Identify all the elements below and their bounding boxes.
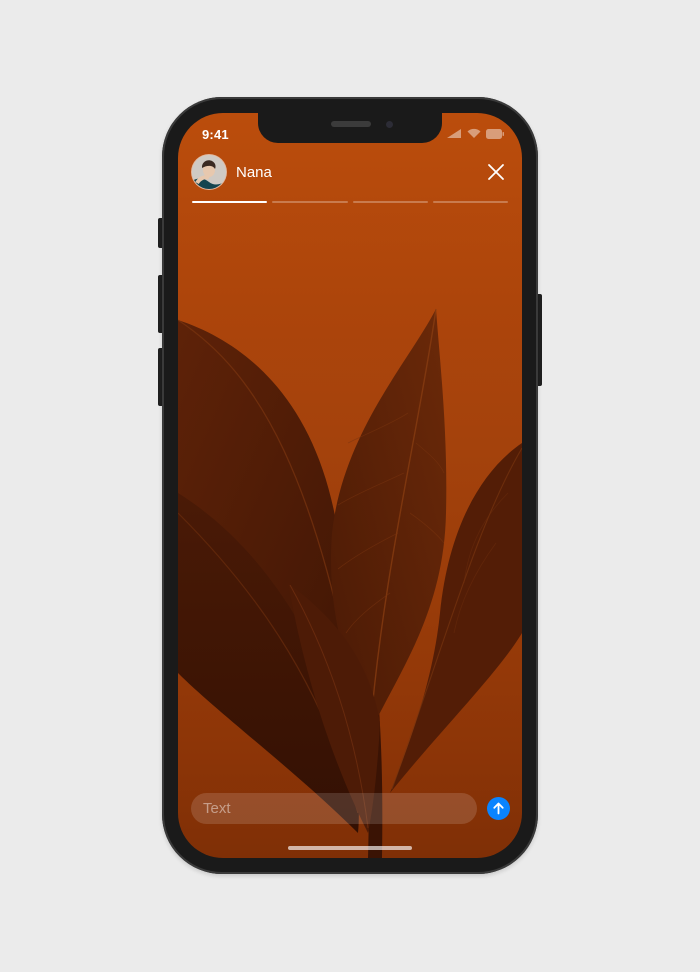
avatar[interactable] [192,155,226,189]
close-button[interactable] [486,162,506,182]
wifi-icon [467,128,481,138]
progress-segment-fill [192,201,268,203]
user-avatar-icon [192,155,226,189]
message-composer[interactable] [191,793,477,824]
status-icons [446,128,504,139]
home-indicator[interactable] [288,846,412,850]
story-progress-bar [192,201,508,203]
canvas: 9:41 Nana Text [0,0,700,972]
progress-segment [432,201,508,203]
story-user-name: Nana [236,164,272,181]
plant-leaves-image [178,308,522,858]
arrow-up-icon [493,802,504,815]
front-camera [386,121,393,128]
status-time: 9:41 [202,127,229,142]
notch [258,113,442,143]
phone-frame: 9:41 Nana Text [162,97,538,874]
progress-segment [272,201,348,203]
message-input[interactable] [191,800,477,817]
progress-segment [192,201,268,203]
send-button[interactable] [487,797,510,820]
close-icon [488,164,504,180]
cellular-signal-icon [447,129,461,138]
story-screen[interactable]: 9:41 Nana Text [178,113,522,858]
battery-icon [486,128,504,139]
earpiece-speaker [331,121,371,127]
progress-segment [352,201,428,203]
